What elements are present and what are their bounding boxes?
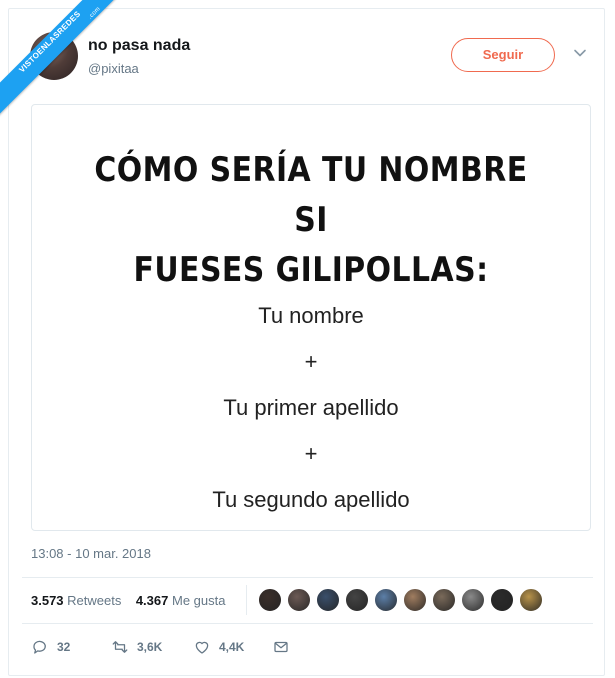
tweet-timestamp[interactable]: 13:08 - 10 mar. 2018 — [31, 546, 151, 561]
chevron-down-icon[interactable] — [573, 46, 587, 60]
heart-icon — [195, 641, 209, 654]
direct-message-button[interactable] — [272, 636, 290, 658]
likes-count[interactable]: 4.367 — [136, 593, 169, 608]
image-line-name: Tu nombre — [258, 303, 364, 328]
stats-separator — [246, 585, 247, 615]
liker-avatar[interactable] — [316, 588, 340, 612]
retweet-button[interactable]: 3,6K — [111, 636, 162, 658]
likes-label[interactable]: Me gusta — [172, 593, 225, 608]
liker-avatar[interactable] — [403, 588, 427, 612]
divider — [22, 577, 593, 578]
watermark-ribbon: VISTOENLASREDES .com — [0, 0, 130, 130]
image-line-first-surname: Tu primer apellido — [223, 395, 399, 420]
divider — [22, 623, 593, 624]
image-line-second-surname: Tu segundo apellido — [212, 487, 410, 512]
retweet-count: 3,6K — [137, 640, 163, 654]
liker-avatar[interactable] — [374, 588, 398, 612]
liker-avatar[interactable] — [490, 588, 514, 612]
liker-avatar[interactable] — [258, 588, 282, 612]
reply-count: 32 — [57, 640, 71, 654]
liker-avatar[interactable] — [345, 588, 369, 612]
image-plus-2: + — [304, 441, 318, 466]
tweet-stats: 3.573 Retweets 4.367 Me gusta — [31, 593, 225, 608]
retweet-icon — [112, 641, 128, 653]
envelope-icon — [274, 641, 288, 653]
liker-avatar[interactable] — [461, 588, 485, 612]
liker-avatar[interactable] — [519, 588, 543, 612]
image-title-line-2: FUESES GILIPOLLAS: — [133, 250, 489, 290]
retweets-label[interactable]: Retweets — [67, 593, 121, 608]
image-title: CÓMO SERÍA TU NOMBRE SI FUESES GILIPOLLA… — [83, 145, 539, 295]
like-count: 4,4K — [219, 640, 245, 654]
image-plus-1: + — [304, 349, 318, 374]
liker-avatar[interactable] — [287, 588, 311, 612]
reply-button[interactable]: 32 — [31, 636, 70, 658]
like-button[interactable]: 4,4K — [193, 636, 244, 658]
image-title-line-1: CÓMO SERÍA TU NOMBRE SI — [94, 150, 528, 240]
reply-icon — [33, 640, 46, 654]
follow-button[interactable]: Seguir — [451, 38, 555, 72]
watermark-text: VISTOENLASREDES — [17, 9, 83, 75]
tweet-image[interactable]: CÓMO SERÍA TU NOMBRE SI FUESES GILIPOLLA… — [31, 104, 591, 531]
retweets-count[interactable]: 3.573 — [31, 593, 64, 608]
liker-avatar[interactable] — [432, 588, 456, 612]
watermark-suffix: .com — [87, 6, 102, 21]
